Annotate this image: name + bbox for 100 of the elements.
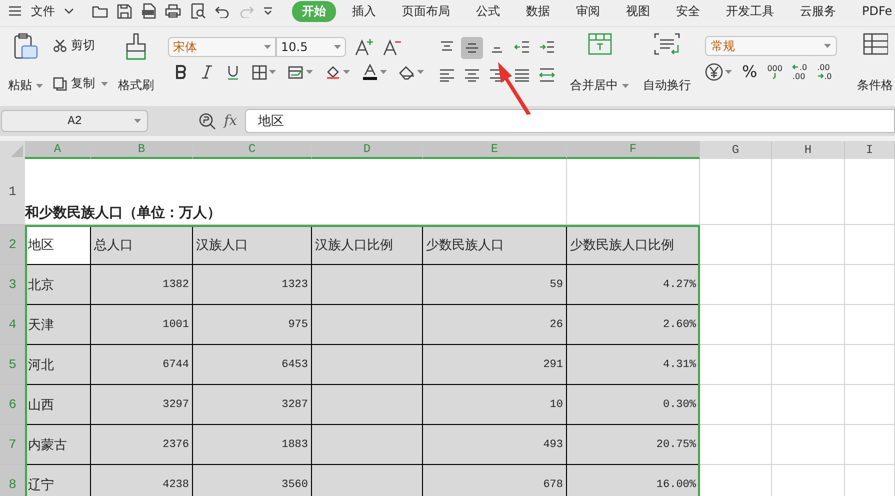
align-middle-icon[interactable]: [461, 37, 483, 59]
paste-button[interactable]: 粘贴: [6, 31, 45, 102]
italic-icon[interactable]: [200, 65, 214, 79]
table-cell[interactable]: 6453: [193, 345, 312, 385]
table-cell[interactable]: 0.30%: [567, 385, 700, 425]
table-cell[interactable]: [312, 465, 423, 496]
table-cell[interactable]: 北京: [25, 265, 91, 305]
column-header[interactable]: I: [845, 141, 895, 159]
caret-icon[interactable]: [306, 70, 313, 74]
table-cell[interactable]: 3297: [91, 385, 193, 425]
caret-icon[interactable]: [824, 44, 831, 48]
table-cell[interactable]: [312, 305, 423, 345]
table-cell[interactable]: 3287: [193, 385, 312, 425]
table-cell[interactable]: 4.27%: [567, 265, 700, 305]
font-name-dropdown[interactable]: 宋体: [168, 37, 276, 57]
column-header[interactable]: G: [700, 141, 772, 159]
pdf-file-icon[interactable]: [141, 3, 156, 19]
caret-icon[interactable]: [36, 84, 43, 88]
table-cell[interactable]: 678: [423, 465, 567, 496]
wrap-text-button[interactable]: 自动换行: [641, 31, 693, 102]
table-cell[interactable]: [312, 385, 423, 425]
underline-icon[interactable]: [226, 64, 240, 80]
table-cell[interactable]: 少数民族人口: [423, 225, 567, 265]
table-cell[interactable]: 2376: [91, 425, 193, 465]
row-header[interactable]: 1: [0, 159, 25, 225]
bold-icon[interactable]: [174, 65, 188, 79]
table-cell[interactable]: 4238: [91, 465, 193, 496]
table-cell[interactable]: 1323: [193, 265, 312, 305]
table-cell[interactable]: 河北: [25, 345, 91, 385]
table-cell[interactable]: 1001: [91, 305, 193, 345]
menu-tab[interactable]: 云服务: [790, 0, 846, 22]
menu-tab[interactable]: PDFe: [852, 2, 895, 20]
table-cell[interactable]: 16.00%: [567, 465, 700, 496]
number-format-dropdown[interactable]: 常规: [705, 36, 837, 56]
caret-icon[interactable]: [334, 45, 341, 49]
caret-icon[interactable]: [264, 45, 271, 49]
table-cell[interactable]: 内蒙古: [25, 425, 91, 465]
menu-icon[interactable]: [8, 5, 22, 17]
menu-tab[interactable]: 审阅: [566, 0, 610, 22]
table-cell[interactable]: 1382: [91, 265, 193, 305]
menu-tab[interactable]: 开发工具: [716, 0, 784, 22]
table-cell[interactable]: [312, 345, 423, 385]
formula-input[interactable]: 地区: [245, 109, 895, 133]
menu-tab[interactable]: 插入: [342, 0, 386, 22]
caret-icon[interactable]: [134, 119, 141, 123]
printer-icon[interactable]: [165, 4, 181, 18]
menu-tab[interactable]: 公式: [466, 0, 510, 22]
table-cell[interactable]: 59: [423, 265, 567, 305]
caret-icon[interactable]: [101, 82, 108, 86]
undo-icon[interactable]: [215, 4, 230, 18]
table-cell[interactable]: 汉族人口: [193, 225, 312, 265]
caret-icon[interactable]: [343, 70, 350, 74]
menu-tab[interactable]: 安全: [666, 0, 710, 22]
insert-function-button[interactable]: fx: [224, 113, 238, 129]
table-cell[interactable]: 3560: [193, 465, 312, 496]
conditional-format-button[interactable]: 条件格: [849, 31, 895, 102]
caret-icon[interactable]: [380, 70, 387, 74]
fill-color-icon[interactable]: [325, 64, 341, 80]
chevron-down-icon[interactable]: [64, 8, 74, 14]
menu-tab[interactable]: 数据: [516, 0, 560, 22]
table-cell[interactable]: 4.31%: [567, 345, 700, 385]
table-cell[interactable]: 汉族人口比例: [312, 225, 423, 265]
table-cell[interactable]: 总人口: [91, 225, 193, 265]
menu-tab[interactable]: 页面布局: [392, 0, 460, 22]
table-cell[interactable]: 291: [423, 345, 567, 385]
increase-font-icon[interactable]: [354, 38, 374, 56]
table-cell[interactable]: 天津: [25, 305, 91, 345]
yen-currency-icon[interactable]: [705, 62, 723, 80]
table-cell[interactable]: 493: [423, 425, 567, 465]
thousands-separator-button[interactable]: 000: [767, 64, 782, 79]
caret-icon[interactable]: [622, 84, 629, 88]
table-cell[interactable]: 地区: [25, 225, 91, 265]
table-cell[interactable]: 少数民族人口比例: [567, 225, 700, 265]
zoom-icon[interactable]: [198, 112, 216, 130]
increase-decimal-button[interactable]: .0 .00: [792, 62, 808, 80]
save-icon[interactable]: [117, 4, 132, 18]
cut-button[interactable]: 剪切: [53, 37, 108, 54]
table-cell[interactable]: 975: [193, 305, 312, 345]
caret-icon[interactable]: [725, 70, 732, 74]
table-cell[interactable]: 辽宁: [25, 465, 91, 496]
table-cell[interactable]: 20.75%: [567, 425, 700, 465]
font-color-icon[interactable]: [362, 64, 378, 80]
folder-icon[interactable]: [92, 4, 108, 18]
table-cell[interactable]: 6744: [91, 345, 193, 385]
copy-button[interactable]: 复制: [53, 75, 108, 92]
file-menu[interactable]: 文件: [31, 2, 55, 20]
percent-button[interactable]: %: [742, 62, 758, 81]
table-cell[interactable]: [312, 265, 423, 305]
table-cell[interactable]: 10: [423, 385, 567, 425]
table-cell[interactable]: 26: [423, 305, 567, 345]
merge-center-button[interactable]: 合并居中: [568, 31, 631, 102]
table-cell[interactable]: 2.60%: [567, 305, 700, 345]
menu-tab[interactable]: 视图: [616, 0, 660, 22]
redo-icon[interactable]: [239, 4, 254, 18]
column-header[interactable]: H: [772, 141, 845, 159]
font-size-dropdown[interactable]: 10.5: [276, 37, 346, 57]
table-cell[interactable]: [312, 425, 423, 465]
table-cell[interactable]: 1883: [193, 425, 312, 465]
eraser-icon[interactable]: [399, 64, 415, 80]
decrease-font-icon[interactable]: [382, 38, 402, 56]
